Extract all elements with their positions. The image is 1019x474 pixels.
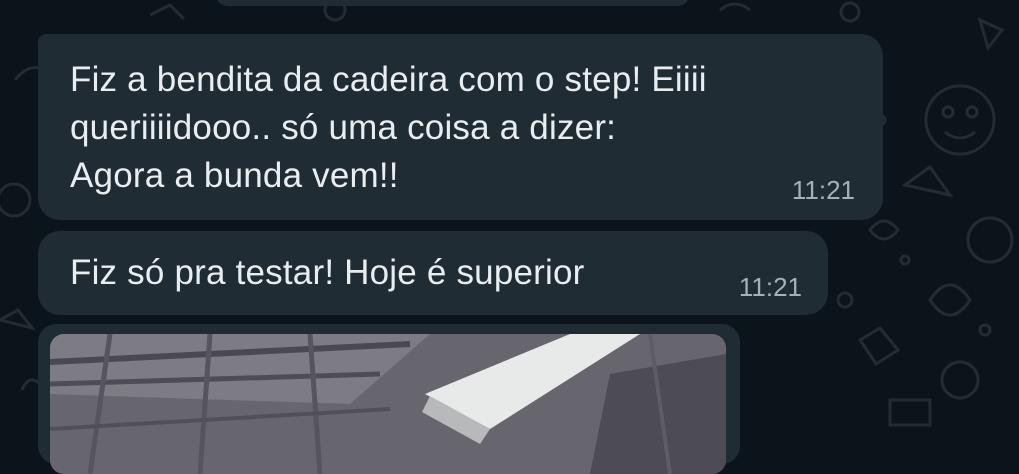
photo-attachment[interactable] bbox=[50, 334, 726, 474]
image-message-bubble[interactable] bbox=[38, 324, 740, 474]
message-bubble[interactable]: Fiz só pra testar! Hoje é superior 11:21 bbox=[38, 231, 828, 315]
previous-message-bubble[interactable] bbox=[215, 0, 690, 6]
message-text: Fiz a bendita da cadeira com o step! Eii… bbox=[70, 60, 707, 195]
message-text: Fiz só pra testar! Hoje é superior bbox=[70, 253, 585, 292]
message-timestamp: 11:21 bbox=[791, 175, 855, 205]
message-timestamp: 11:21 bbox=[738, 272, 802, 302]
message-bubble[interactable]: Fiz a bendita da cadeira com o step! Eii… bbox=[38, 34, 883, 220]
photo-content bbox=[50, 334, 726, 474]
